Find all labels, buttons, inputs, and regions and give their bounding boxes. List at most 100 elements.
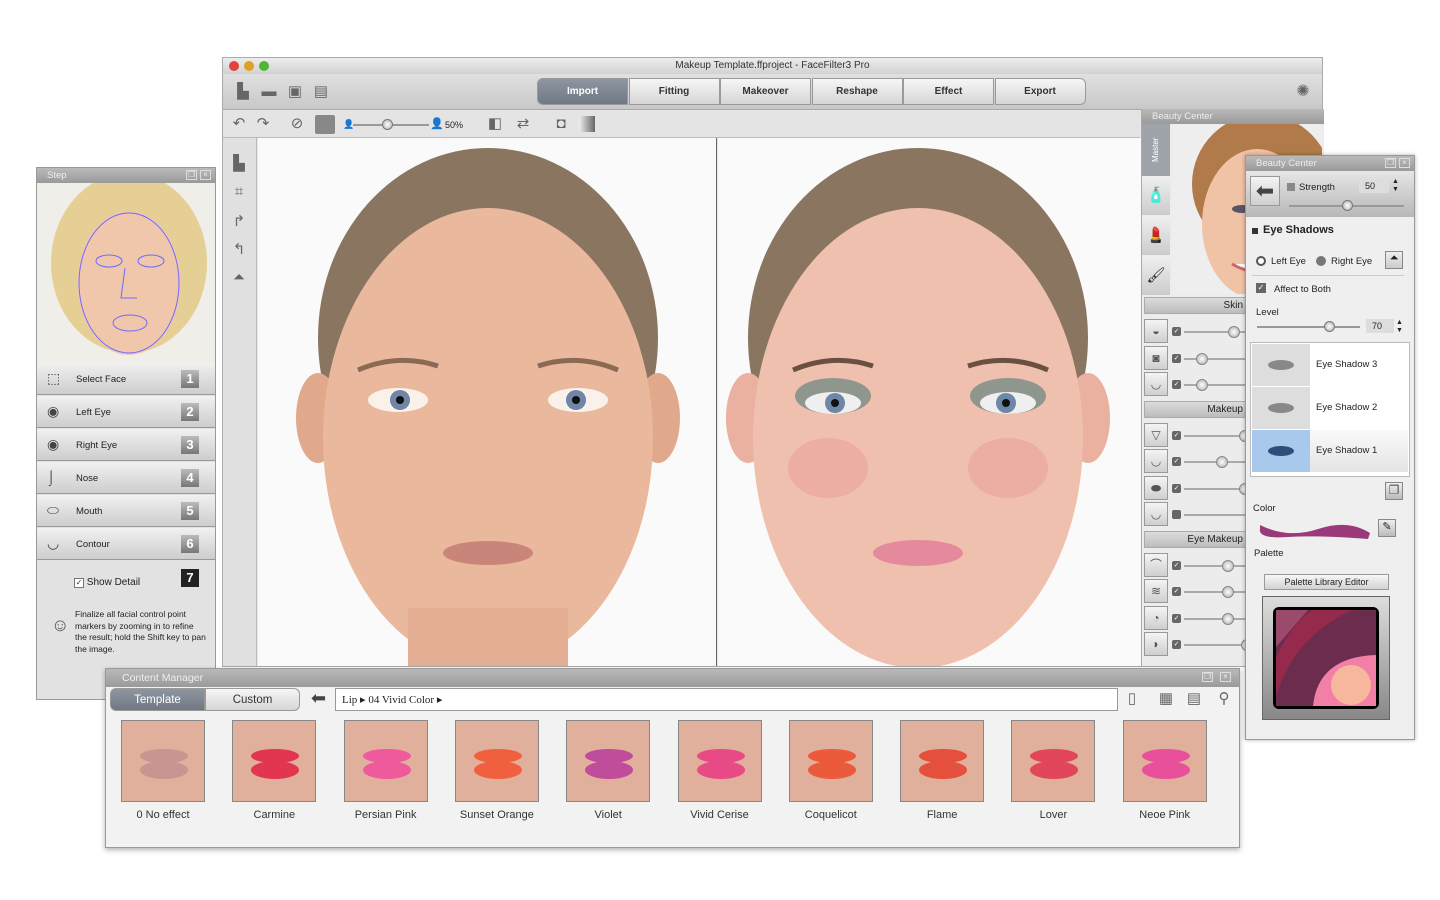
slider-knob[interactable]	[1195, 379, 1208, 391]
lip-template-thumbnail[interactable]	[1011, 720, 1096, 802]
feature-icon[interactable]: ◡	[1144, 449, 1168, 473]
after-image[interactable]	[718, 138, 1141, 666]
level-value[interactable]: 70	[1366, 319, 1394, 333]
strength-stepper[interactable]: ▲ ▼	[1392, 178, 1399, 194]
strength-slider[interactable]	[1289, 200, 1404, 211]
enable-checkbox[interactable]: ✓	[1172, 587, 1181, 596]
zoom-button[interactable]	[259, 61, 269, 71]
adjustment-slider[interactable]	[1184, 591, 1248, 593]
adjustment-slider[interactable]	[1184, 644, 1248, 646]
strength-slider-knob[interactable]	[1341, 200, 1353, 211]
palette-library-editor-button[interactable]: Palette Library Editor	[1264, 574, 1389, 590]
grid-view-icon[interactable]: ▦	[1158, 691, 1174, 707]
rotate-right-icon[interactable]: ↱	[231, 214, 247, 230]
eye-shadow-item[interactable]: Eye Shadow 3	[1252, 344, 1408, 386]
step-left-eye[interactable]: ◉ Left Eye 2	[37, 396, 215, 428]
zoom-in-icon[interactable]: 👤	[429, 116, 445, 132]
close-icon[interactable]: ×	[200, 170, 211, 180]
right-eye-radio[interactable]	[1316, 256, 1326, 266]
tab-foundation[interactable]: 🧴	[1142, 177, 1170, 215]
lip-template-thumbnail[interactable]	[454, 720, 539, 802]
zoom-slider-knob[interactable]	[382, 119, 394, 130]
lip-template-thumbnail[interactable]	[566, 720, 651, 802]
breadcrumb-item[interactable]: 04 Vivid Color	[368, 694, 434, 706]
close-button[interactable]	[229, 61, 239, 71]
lip-template-thumbnail[interactable]	[232, 720, 317, 802]
adjustment-slider[interactable]	[1184, 617, 1248, 620]
close-icon[interactable]: ×	[1399, 158, 1410, 168]
eye-shadow-item[interactable]: Eye Shadow 1	[1252, 430, 1408, 472]
feature-icon[interactable]: ≋	[1144, 579, 1168, 603]
slider-knob[interactable]	[1195, 352, 1208, 365]
slider-knob[interactable]	[1221, 612, 1234, 625]
feature-icon[interactable]: ◒	[1144, 319, 1168, 343]
enable-checkbox[interactable]: ✓	[1172, 457, 1181, 466]
feature-icon[interactable]: ⌒	[1144, 552, 1168, 577]
enable-checkbox[interactable]: ✓	[1172, 353, 1181, 363]
save-icon[interactable]: ▯	[1124, 691, 1140, 707]
swap-view-icon[interactable]: ⇄	[515, 116, 531, 132]
open-folder-icon[interactable]: ▬	[261, 84, 277, 100]
lip-template-thumbnail[interactable]	[343, 720, 428, 802]
undock-icon[interactable]: ❐	[1202, 672, 1213, 682]
tab-brush[interactable]: 🖌	[1142, 257, 1170, 295]
show-detail-checkbox[interactable]: ✓ Show Detail	[74, 577, 140, 588]
close-icon[interactable]: ×	[1220, 672, 1231, 682]
strength-value[interactable]: 50	[1359, 179, 1389, 193]
feature-icon[interactable]: ◙	[1144, 345, 1168, 370]
level-slider[interactable]	[1257, 321, 1360, 332]
save-as-icon[interactable]: ▤	[313, 84, 329, 100]
split-view-icon[interactable]: ◧	[487, 116, 503, 132]
slider-knob[interactable]	[1221, 559, 1234, 572]
adjustment-slider[interactable]	[1184, 357, 1248, 360]
tab-import[interactable]: Import	[537, 78, 628, 105]
step-mouth[interactable]: ⬭ Mouth 5	[37, 495, 215, 527]
lip-template-thumbnail[interactable]	[1122, 720, 1207, 802]
lip-template-thumbnail[interactable]	[788, 720, 873, 802]
adjustment-slider[interactable]	[1184, 384, 1248, 386]
level-slider-knob[interactable]	[1324, 321, 1336, 332]
undock-icon[interactable]: ❐	[1385, 158, 1396, 168]
step-contour[interactable]: ◡ Contour 6	[37, 528, 215, 560]
tab-lipstick[interactable]: 💄	[1142, 217, 1170, 255]
tab-export[interactable]: Export	[994, 78, 1086, 105]
breadcrumb-item[interactable]: Lip	[342, 694, 357, 706]
tab-reshape[interactable]: Reshape	[811, 78, 903, 105]
palette-preview[interactable]	[1262, 596, 1390, 720]
mask-icon[interactable]: ◘	[553, 116, 569, 132]
rotate-left-icon[interactable]: ↰	[231, 242, 247, 258]
slider-knob[interactable]	[1221, 586, 1234, 598]
copy-icon[interactable]: ❐	[1385, 482, 1403, 500]
enable-checkbox[interactable]: ✓	[1172, 327, 1181, 336]
undock-icon[interactable]: ❐	[186, 170, 197, 180]
step-nose[interactable]: ⌡ Nose 4	[37, 462, 215, 494]
adjustment-slider[interactable]	[1184, 564, 1248, 567]
enable-checkbox[interactable]: ✓	[1172, 380, 1181, 389]
lip-template-thumbnail[interactable]	[121, 720, 205, 802]
tab-custom[interactable]: Custom	[205, 688, 300, 711]
enable-checkbox[interactable]: ✓	[1172, 483, 1181, 493]
tab-template[interactable]: Template	[110, 688, 205, 711]
affect-both-checkbox[interactable]: ✓	[1256, 283, 1266, 293]
tab-makeover[interactable]: Makeover	[720, 78, 811, 105]
export-icon[interactable]: ▤	[1186, 691, 1202, 707]
enable-checkbox[interactable]: ✓	[1172, 560, 1181, 570]
step-select-face[interactable]: ⬚ Select Face 1	[37, 363, 215, 395]
lip-template-thumbnail[interactable]	[900, 720, 985, 802]
new-project-icon[interactable]: ▙	[235, 84, 251, 100]
enable-checkbox[interactable]	[1172, 510, 1181, 519]
eyedropper-icon[interactable]: ✎	[1378, 519, 1396, 537]
feature-icon[interactable]: ◔	[1144, 605, 1168, 630]
lip-template-thumbnail[interactable]	[677, 720, 762, 802]
section-header[interactable]: Makeup	[1144, 400, 1248, 418]
crop-icon[interactable]: ⌗	[231, 184, 247, 200]
tab-effect[interactable]: Effect	[903, 78, 994, 105]
feature-icon[interactable]: ◡	[1144, 502, 1168, 526]
undo-icon[interactable]: ↶	[231, 116, 247, 132]
back-arrow-button[interactable]: ⬅	[1250, 176, 1280, 206]
step-right-eye[interactable]: ◉ Right Eye 3	[37, 429, 215, 461]
enable-checkbox[interactable]: ✓	[1172, 640, 1181, 649]
enable-checkbox[interactable]: ✓	[1172, 613, 1181, 623]
fit-view-icon[interactable]	[315, 115, 335, 134]
tab-fitting[interactable]: Fitting	[628, 78, 720, 105]
